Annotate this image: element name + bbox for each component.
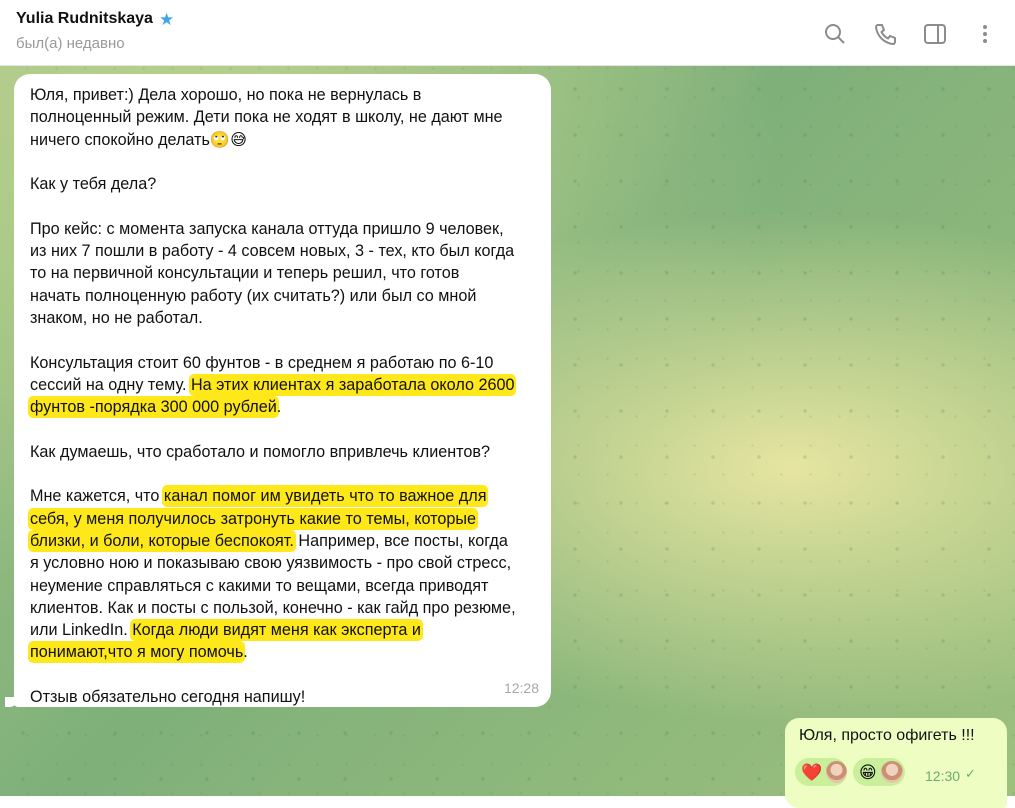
message-line: Про кейс: с момента запуска канала оттуд… — [30, 219, 504, 238]
highlighted-text: близки, и боли, которые беспокоят. — [30, 531, 294, 550]
reaction-heart[interactable]: ❤️ — [795, 758, 847, 786]
message-line: то на первичной консультации и теперь ре… — [30, 264, 460, 283]
outgoing-message[interactable]: Юля, просто офигеть !!! ❤️ 😁 12:30 ✓ — [785, 718, 1007, 808]
message-line: Мне кажется, что канал помог им увидеть … — [30, 485, 537, 507]
heart-icon: ❤️ — [801, 762, 823, 782]
message-line: Юля, привет:) Дела хорошо, но пока не ве… — [30, 86, 422, 104]
message-line: полноценный режим. Дети пока не ходят в … — [30, 108, 503, 127]
message-line: я условно ною и показываю свою уязвимост… — [30, 554, 512, 573]
highlighted-text: фунтов -порядка 300 000 рублей — [30, 398, 277, 417]
message-time: 12:28 — [503, 679, 539, 696]
plain-text: . — [243, 643, 248, 662]
plain-text: . — [276, 398, 282, 417]
message-line: знаком, но не работал. — [30, 308, 203, 327]
message-line: Консультация стоит 60 фунтов - в среднем… — [30, 353, 494, 372]
message-line: себя, у меня получилось затронуть какие … — [30, 508, 537, 530]
outgoing-text: Юля, просто офигеть !!! — [799, 727, 975, 744]
reactions-row: ❤️ 😁 — [795, 758, 905, 786]
message-line: неумение справляться с какими то вещами,… — [30, 576, 489, 595]
message-line: из них 7 пошли в работу - 4 совсем новых… — [30, 242, 515, 261]
plain-text: Например, все посты, когда — [293, 531, 508, 550]
phone-icon[interactable] — [861, 18, 909, 50]
more-icon[interactable] — [961, 18, 1009, 50]
reaction-grin[interactable]: 😁 — [853, 758, 905, 786]
message-line: Отзыв обязательно сегодня напишу! — [30, 688, 306, 707]
avatar — [826, 761, 847, 783]
grin-icon: 😁 — [859, 762, 877, 782]
message-line: фунтов -порядка 300 000 рублей. — [30, 396, 537, 418]
contact-status: был(а) недавно — [16, 35, 125, 52]
message-line: сессий на одну тему. На этих клиентах я … — [30, 374, 537, 396]
sidebar-toggle-icon[interactable] — [911, 18, 959, 50]
plain-text: Мне кажется, что — [30, 487, 164, 506]
message-line: понимают,что я могу помочь. — [30, 641, 537, 663]
message-line: ничего спокойно делать🙄😅 — [30, 130, 247, 149]
header-actions — [811, 18, 1009, 50]
message-time: 12:30 — [925, 768, 961, 784]
avatar — [880, 761, 903, 783]
contact-name-row[interactable]: Yulia Rudnitskaya ★ — [16, 10, 174, 28]
plain-text: сессий на одну тему. — [30, 375, 191, 394]
message-line: Как у тебя дела? — [30, 175, 157, 194]
plain-text: или LinkedIn. — [30, 621, 133, 640]
message-line: клиентов. Как и посты с пользой, конечно… — [30, 598, 516, 617]
contact-name[interactable]: Yulia Rudnitskaya — [16, 10, 153, 28]
incoming-message[interactable]: Юля, привет:) Дела хорошо, но пока не ве… — [14, 74, 551, 707]
highlighted-text: канал помог им увидеть что то важное для — [163, 487, 487, 506]
message-line: близки, и боли, которые беспокоят. Напри… — [30, 530, 537, 552]
message-line: Как думаешь, что сработало и помогло впр… — [30, 442, 491, 461]
highlighted-text: себя, у меня получилось затронуть какие … — [30, 509, 477, 528]
chat-header: Yulia Rudnitskaya ★ был(а) недавно — [0, 0, 1015, 66]
highlighted-text: Когда люди видят меня как эксперта и — [132, 621, 421, 640]
highlighted-text: На этих клиентах я заработала около 2600 — [190, 375, 515, 394]
message-line: или LinkedIn. Когда люди видят меня как … — [30, 619, 537, 641]
read-check-icon: ✓ — [965, 766, 976, 781]
star-icon: ★ — [158, 9, 175, 29]
message-line: начать полноценную работу (их считать?) … — [30, 286, 477, 305]
search-icon[interactable] — [811, 18, 859, 50]
highlighted-text: понимают,что я могу помочь — [30, 643, 244, 662]
